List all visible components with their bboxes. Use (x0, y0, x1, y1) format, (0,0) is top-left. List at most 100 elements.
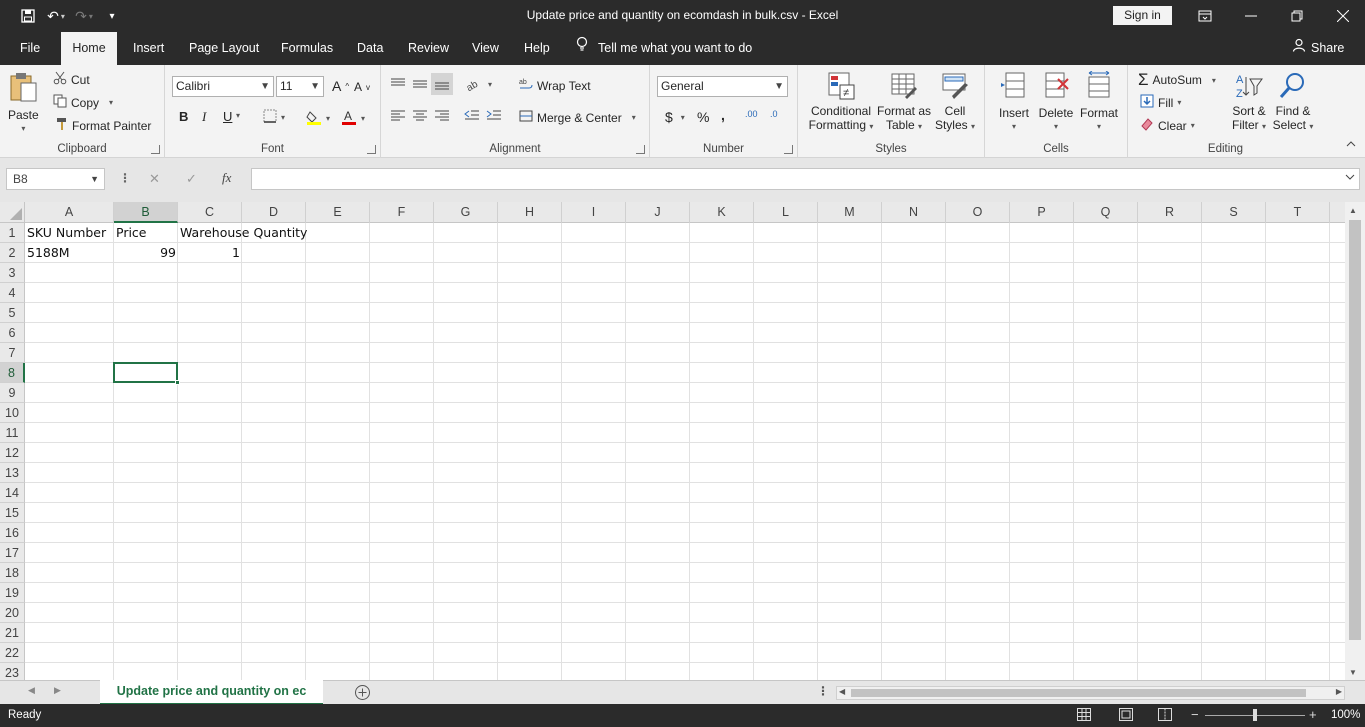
row-header-19[interactable]: 19 (0, 583, 25, 603)
number-format-select[interactable]: General ▼ (657, 76, 788, 97)
column-header-f[interactable]: F (370, 202, 434, 223)
row-header-6[interactable]: 6 (0, 323, 25, 343)
cell-a2[interactable]: 5188M (25, 243, 72, 263)
tab-help[interactable]: Help (516, 32, 558, 65)
orientation-icon[interactable]: ab ▾ (466, 77, 492, 91)
zoom-level[interactable]: 100% (1331, 709, 1360, 721)
font-launcher-icon[interactable] (367, 145, 376, 154)
merge-center-button[interactable]: Merge & Center ▾ (519, 109, 636, 126)
row-header-8[interactable]: 8 (0, 363, 25, 383)
sheet-prev-icon[interactable]: ◀ (28, 685, 35, 696)
select-all-button[interactable] (0, 202, 25, 223)
tab-data[interactable]: Data (349, 32, 391, 65)
align-center-icon[interactable] (412, 109, 428, 123)
cell-grid[interactable]: SKU Number Price Warehouse Quantity 5188M 99… (25, 223, 1345, 680)
font-size-select[interactable]: 11 ▼ (276, 76, 324, 97)
confirm-entry-icon[interactable]: ✓ (186, 171, 197, 187)
tab-split-grip-icon[interactable]: ⋮ (817, 684, 829, 698)
decrease-decimal-button[interactable]: .0 (770, 109, 778, 119)
tell-me-search[interactable]: Tell me what you want to do (576, 32, 752, 65)
conditional-formatting-button[interactable]: ≠ Conditional Formatting ▾ (806, 71, 876, 132)
row-header-10[interactable]: 10 (0, 403, 25, 423)
format-as-table-button[interactable]: Format as Table ▾ (876, 71, 932, 132)
column-header-e[interactable]: E (306, 202, 370, 223)
formula-input[interactable] (251, 168, 1360, 190)
row-header-14[interactable]: 14 (0, 483, 25, 503)
percent-format-button[interactable]: % (697, 109, 709, 125)
sheet-tab-active[interactable]: Update price and quantity on ec (100, 680, 323, 705)
vertical-scrollbar[interactable]: ▲ ▼ (1345, 202, 1365, 680)
sort-filter-button[interactable]: AZ Sort & Filter ▾ (1229, 71, 1269, 132)
row-header-20[interactable]: 20 (0, 603, 25, 623)
column-header-s[interactable]: S (1202, 202, 1266, 223)
formula-bar-grip-icon[interactable]: ⋮ (119, 171, 131, 185)
cut-button[interactable]: Cut (53, 71, 90, 88)
tab-page-layout[interactable]: Page Layout (181, 32, 267, 65)
scroll-up-icon[interactable]: ▲ (1349, 206, 1357, 215)
borders-button[interactable]: ▾ (263, 109, 285, 126)
fill-handle[interactable] (175, 380, 180, 385)
format-painter-button[interactable]: Format Painter (56, 117, 151, 134)
tab-formulas[interactable]: Formulas (273, 32, 341, 65)
row-header-2[interactable]: 2 (0, 243, 25, 263)
insert-function-icon[interactable]: fx (222, 170, 231, 186)
bottom-align-icon[interactable] (431, 73, 453, 95)
row-header-13[interactable]: 13 (0, 463, 25, 483)
clear-button[interactable]: Clear ▾ (1140, 117, 1195, 134)
tab-view[interactable]: View (464, 32, 507, 65)
cell-a1[interactable]: SKU Number (25, 223, 108, 243)
row-header-7[interactable]: 7 (0, 343, 25, 363)
column-header-n[interactable]: N (882, 202, 946, 223)
decrease-indent-icon[interactable] (464, 109, 480, 123)
fill-color-button[interactable]: ▾ (306, 109, 330, 128)
horizontal-scrollbar[interactable]: ◀ ▶ (836, 686, 1345, 700)
new-sheet-icon[interactable] (354, 684, 371, 704)
copy-button[interactable]: Copy ▾ (53, 94, 113, 111)
row-header-22[interactable]: 22 (0, 643, 25, 663)
page-break-preview-icon[interactable] (1158, 708, 1172, 724)
underline-dropdown-icon[interactable]: ▾ (236, 111, 240, 120)
normal-view-icon[interactable] (1077, 708, 1091, 724)
close-icon[interactable] (1320, 0, 1365, 32)
row-header-15[interactable]: 15 (0, 503, 25, 523)
decrease-font-size-icon[interactable]: Av (354, 80, 370, 94)
row-header-16[interactable]: 16 (0, 523, 25, 543)
scroll-down-icon[interactable]: ▼ (1349, 668, 1357, 677)
column-header-b[interactable]: B (114, 202, 178, 223)
minimize-icon[interactable] (1228, 0, 1274, 32)
sign-in-button[interactable]: Sign in (1113, 6, 1172, 25)
increase-decimal-button[interactable]: .00 (745, 109, 758, 119)
tab-home[interactable]: Home (61, 32, 117, 65)
underline-button[interactable]: U (223, 109, 232, 124)
autosum-button[interactable]: Σ AutoSum ▾ (1138, 70, 1216, 90)
font-color-button[interactable]: A ▾ (341, 109, 365, 128)
column-header-p[interactable]: P (1010, 202, 1074, 223)
find-select-button[interactable]: Find & Select ▾ (1271, 71, 1315, 132)
cell-c1[interactable]: Warehouse Quantity (178, 223, 309, 243)
row-header-17[interactable]: 17 (0, 543, 25, 563)
horizontal-scroll-thumb[interactable] (851, 689, 1306, 697)
format-cells-button[interactable]: Format ▾ (1078, 70, 1120, 131)
row-header-18[interactable]: 18 (0, 563, 25, 583)
zoom-slider-thumb[interactable] (1253, 709, 1257, 721)
cell-b2[interactable]: 99 (114, 243, 178, 263)
share-button[interactable]: Share (1292, 32, 1344, 65)
comma-format-button[interactable]: , (721, 107, 725, 123)
column-header-g[interactable]: G (434, 202, 498, 223)
fill-button[interactable]: Fill ▾ (1140, 94, 1181, 111)
row-header-9[interactable]: 9 (0, 383, 25, 403)
top-align-icon[interactable] (390, 77, 406, 91)
currency-format-button[interactable]: $ ▾ (665, 109, 685, 125)
cell-styles-button[interactable]: Cell Styles ▾ (933, 71, 977, 132)
sheet-next-icon[interactable]: ▶ (54, 685, 61, 696)
row-header-4[interactable]: 4 (0, 283, 25, 303)
name-box[interactable]: B8 ▼ (6, 168, 105, 190)
ribbon-display-options-icon[interactable] (1182, 0, 1228, 32)
delete-cells-button[interactable]: Delete ▾ (1036, 71, 1076, 131)
page-layout-view-icon[interactable] (1119, 708, 1133, 724)
align-right-icon[interactable] (434, 109, 450, 123)
row-header-1[interactable]: 1 (0, 223, 25, 243)
clipboard-launcher-icon[interactable] (151, 145, 160, 154)
column-header-i[interactable]: I (562, 202, 626, 223)
column-header-m[interactable]: M (818, 202, 882, 223)
